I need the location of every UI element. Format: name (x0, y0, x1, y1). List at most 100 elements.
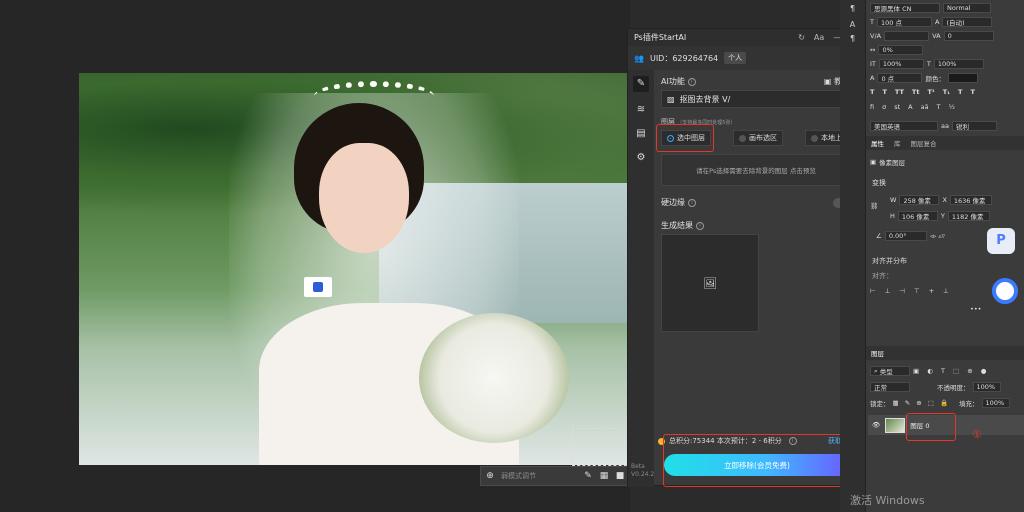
font-size-icon[interactable]: Aa (814, 33, 824, 42)
faux-bold-icon: T (870, 88, 875, 96)
opacity-field[interactable]: 100% (972, 382, 1001, 392)
align-right-icon: ⊣ (899, 287, 906, 295)
result-preview: 🖼 (661, 234, 759, 332)
transform-title: 变换 (872, 179, 886, 187)
tracking-icon: VA (932, 32, 941, 40)
lock-icons: ▦ ✎ ⊕ ⬚ 🔒 (892, 399, 951, 407)
mode-select[interactable]: ▨ 抠图去背景 V/ ⌄ (661, 90, 851, 108)
hard-edge-row: 硬边缘 i (661, 197, 853, 208)
width-field[interactable]: 258 像素 (899, 195, 940, 205)
blend-mode-field[interactable]: 正常 (870, 382, 910, 392)
tracking-field[interactable]: 0 (943, 31, 994, 41)
height-field[interactable]: 106 像素 (897, 211, 938, 221)
filter-icons: ▣ ◐ T ⬚ ⊕ ● (913, 367, 990, 375)
properties-tabs: 属性 库 图层复合 (866, 136, 1024, 150)
y-field[interactable]: 1182 像素 (947, 211, 990, 221)
image-icon: ▨ (667, 94, 675, 104)
align-title: 对齐并分布 (872, 257, 907, 265)
gear-icon[interactable]: ⚙ (633, 150, 649, 166)
search-icon: ⌕ (874, 366, 878, 375)
text-tool-icon[interactable]: ¶ (846, 34, 859, 47)
baseline-field[interactable]: 0 点 (877, 73, 923, 83)
leading-field[interactable]: (自动) (942, 17, 993, 27)
language-field[interactable]: 美国英语 (870, 121, 938, 131)
opacity-label: 不透明度： (937, 384, 970, 392)
refresh-icon[interactable]: ↻ (798, 33, 805, 42)
eye-icon[interactable]: 👁 (872, 421, 880, 429)
baseline-icon: A (870, 74, 875, 82)
radio-off (739, 134, 746, 142)
stop-icon[interactable]: ■ (615, 471, 625, 481)
user-icon: 👥 (634, 53, 644, 63)
bride-photo[interactable] (79, 73, 630, 465)
contextual-taskbar: ⊕ 弱模式调节 ✎ ▦ ■ (480, 466, 630, 486)
brush-icon[interactable]: ✎ (633, 76, 649, 92)
allcaps-icon: TT (894, 88, 904, 96)
layers-tabs: 图层 (866, 346, 1024, 360)
layers-icon[interactable]: ≋ (633, 102, 649, 118)
ordinal-icon: σ (882, 103, 887, 111)
tab-properties[interactable]: 属性 (871, 138, 884, 148)
text-tool-icon[interactable]: ¶ (846, 4, 859, 17)
font-size-icon: T (870, 18, 874, 26)
account-row[interactable]: 👥 UID：629264764 个人 ⌄ (628, 46, 863, 70)
kerning-field[interactable] (884, 31, 930, 41)
plugin-circle-logo[interactable] (992, 278, 1018, 304)
link-icon[interactable]: ⛓ (866, 202, 886, 210)
highlight-box (663, 434, 855, 487)
ligature-icon: fi (870, 103, 875, 111)
tab-layer-comps[interactable]: 图层复合 (911, 138, 937, 148)
color-swatch[interactable] (947, 73, 978, 83)
antialias-field[interactable]: 锐利 (951, 121, 997, 131)
photo-face (319, 143, 409, 253)
option-canvas-selection[interactable]: 画布选区 (733, 130, 783, 146)
select-subject-icon[interactable]: ⊕ (485, 471, 495, 481)
info-icon: i (687, 77, 696, 86)
plugin-floating-icon[interactable] (304, 277, 332, 297)
filter-type-field[interactable]: ⌕ 类型 (870, 366, 910, 376)
step-marker: ① (972, 428, 982, 441)
hscale-icon: T (926, 60, 931, 68)
hscale-field[interactable]: 100% (933, 59, 984, 69)
underline-icon: T (958, 88, 963, 96)
ai-function-label: AI功能 i (661, 76, 696, 87)
ps-tool-strip: ¶ A ¶ (840, 0, 865, 512)
font-size-field[interactable]: 100 点 (876, 17, 932, 27)
fill-field[interactable]: 100% (981, 398, 1010, 408)
smallcaps-icon: Tt (911, 88, 920, 96)
vscale-icon: IT (870, 60, 876, 68)
text-tool-icon[interactable]: A (846, 20, 859, 33)
ordinal2-icon: T (936, 103, 941, 111)
align-left-icon: ⊢ (870, 287, 876, 295)
book-icon: ▣ (823, 77, 832, 86)
highlight-box (906, 413, 956, 441)
kerning-percent-field[interactable]: 0% (878, 45, 924, 55)
faux-italic-icon: T (882, 88, 887, 96)
font-family-field[interactable]: 思源黑体 CN (870, 3, 940, 13)
brush-icon[interactable]: ✎ (583, 471, 593, 481)
x-field[interactable]: 1636 像素 (949, 195, 992, 205)
vscale-field[interactable]: 100% (878, 59, 924, 69)
mode-value: 抠图去背景 V/ (679, 94, 731, 104)
taskbar-text: 弱模式调节 (501, 472, 536, 480)
flip-icons: ◃▹ ▵▿ (929, 232, 945, 240)
font-style-field[interactable]: Normal (943, 3, 991, 13)
uid-text: UID：629264764 (649, 53, 719, 63)
angle-field[interactable]: 0.00° (884, 231, 927, 241)
info-icon: i (688, 198, 696, 207)
tab-layers[interactable]: 图层 (871, 348, 884, 358)
photo-bouquet (419, 313, 569, 443)
document-icon[interactable]: ▤ (633, 126, 649, 142)
info-icon: i (696, 221, 704, 230)
ps-plugin-logo[interactable]: P (987, 228, 1015, 254)
hint-box: 请在Ps选择需要去除背景的图层 点击预览 (661, 154, 851, 186)
radio-off (811, 134, 818, 142)
tab-libraries[interactable]: 库 (894, 138, 901, 148)
windows-watermark: 激活 Windows (850, 494, 925, 507)
image-placeholder-icon: 🖼 (703, 276, 717, 290)
aa-icon: aa (941, 122, 949, 130)
titling-icon: aā (920, 103, 929, 111)
plugin-sidebar: ✎ ≋ ▤ ⚙ Beta V0.24.2 (628, 70, 654, 487)
lock-label: 锁定： (870, 400, 890, 408)
mask-icon[interactable]: ▦ (599, 471, 609, 481)
